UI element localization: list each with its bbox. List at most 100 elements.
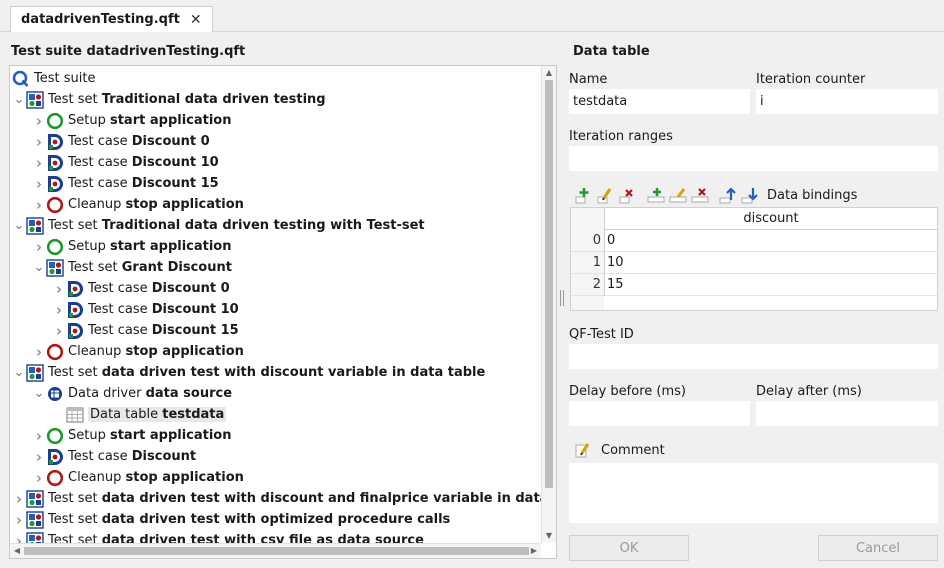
pane-splitter-handle[interactable] <box>560 290 564 306</box>
collapse-chevron-right-icon[interactable]: › <box>12 490 26 508</box>
collapse-chevron-right-icon[interactable]: › <box>52 301 66 319</box>
name-field[interactable] <box>569 89 750 114</box>
delay-after-field[interactable] <box>756 401 938 426</box>
iteration-ranges-field[interactable] <box>569 146 938 171</box>
tree-node[interactable]: › Test case Discount <box>10 446 541 467</box>
cancel-button[interactable]: Cancel <box>818 535 938 561</box>
scroll-down-icon[interactable]: ▼ <box>542 529 556 543</box>
expand-chevron-down-icon[interactable]: ⌄ <box>12 93 26 106</box>
tree-node[interactable]: ⌄ Test set Traditional data driven testin… <box>10 89 541 110</box>
tree-node-label: Test set data driven test with discount … <box>48 365 485 380</box>
comment-edit-icon[interactable] <box>575 441 593 459</box>
table-cell[interactable]: 10 <box>607 252 624 274</box>
add-column-icon[interactable] <box>647 186 665 204</box>
tree-node-label: Setup start application <box>68 428 232 443</box>
tree-node[interactable]: › Test case Discount 15 <box>10 320 541 341</box>
collapse-chevron-right-icon[interactable]: › <box>32 343 46 361</box>
expand-chevron-down-icon[interactable]: ⌄ <box>12 366 26 379</box>
table-row[interactable]: 2 15 <box>571 274 937 296</box>
vertical-scroll-thumb[interactable] <box>545 80 553 488</box>
tree-node[interactable]: ⌄ Test set data driven test with discount… <box>10 362 541 383</box>
collapse-chevron-right-icon[interactable]: › <box>32 469 46 487</box>
test-suite-tree[interactable]: Test suite ⌄ Test set Traditional data dri… <box>9 65 557 559</box>
collapse-chevron-right-icon[interactable]: › <box>52 280 66 298</box>
comment-textarea[interactable] <box>569 463 938 523</box>
file-tab-title: datadrivenTesting.qft <box>21 12 180 27</box>
node-name: Discount 15 <box>151 323 239 338</box>
collapse-chevron-right-icon[interactable]: › <box>32 196 46 214</box>
collapse-chevron-right-icon[interactable]: › <box>12 511 26 529</box>
node-name: data driven test with csv file as data s… <box>101 533 424 543</box>
tree-node[interactable]: Data table testdata <box>10 404 541 425</box>
row-index: 0 <box>592 233 601 248</box>
tree-node[interactable]: ⌄ Test set Grant Discount <box>10 257 541 278</box>
node-type: Test set <box>48 533 98 543</box>
edit-column-icon[interactable] <box>669 186 687 204</box>
delete-row-icon[interactable] <box>619 186 637 204</box>
collapse-chevron-right-icon[interactable]: › <box>32 448 46 466</box>
expand-chevron-down-icon[interactable]: ⌄ <box>32 387 46 400</box>
collapse-chevron-right-icon[interactable]: › <box>32 175 46 193</box>
horizontal-scroll-thumb[interactable] <box>24 547 529 555</box>
tree-node-label: Test set Traditional data driven testing… <box>48 218 425 233</box>
test-case-icon <box>46 175 64 193</box>
add-row-icon[interactable] <box>575 186 593 204</box>
tree-node[interactable]: › Cleanup stop application <box>10 194 541 215</box>
scroll-left-icon[interactable]: ◀ <box>10 544 24 558</box>
qftest-id-field[interactable] <box>569 344 938 369</box>
close-tab-icon[interactable]: ✕ <box>190 12 202 28</box>
delay-before-field[interactable] <box>569 401 750 426</box>
table-cell[interactable]: 0 <box>607 230 615 252</box>
collapse-chevron-right-icon[interactable]: › <box>32 427 46 445</box>
tree-horizontal-scrollbar[interactable]: ◀ ▶ <box>10 543 541 558</box>
scroll-right-icon[interactable]: ▶ <box>527 544 541 558</box>
tree-node-label: Setup start application <box>68 239 232 254</box>
move-up-icon[interactable] <box>719 186 737 204</box>
tree-node[interactable]: › Test case Discount 10 <box>10 299 541 320</box>
tree-node[interactable]: › Test set data driven test with csv file… <box>10 530 541 543</box>
expand-chevron-down-icon[interactable]: ⌄ <box>32 261 46 274</box>
tree-node[interactable]: › Test case Discount 0 <box>10 131 541 152</box>
collapse-chevron-right-icon[interactable]: › <box>52 322 66 340</box>
tree-node[interactable]: › Setup start application <box>10 425 541 446</box>
expand-chevron-down-icon[interactable]: ⌄ <box>12 219 26 232</box>
tree-node[interactable]: › Cleanup stop application <box>10 467 541 488</box>
node-type: Test case <box>68 176 128 191</box>
file-tab[interactable]: datadrivenTesting.qft ✕ <box>10 6 213 32</box>
edit-row-icon[interactable] <box>597 186 615 204</box>
table-row[interactable]: 0 0 <box>571 230 937 252</box>
tree-node[interactable]: › Test case Discount 15 <box>10 173 541 194</box>
tree-node[interactable]: › Test set data driven test with optimize… <box>10 509 541 530</box>
tree-node[interactable]: › Setup start application <box>10 236 541 257</box>
table-row[interactable]: 1 10 <box>571 252 937 274</box>
move-down-icon[interactable] <box>741 186 759 204</box>
delete-column-icon[interactable] <box>691 186 709 204</box>
node-name: data source <box>145 386 233 401</box>
tree-node[interactable]: › Cleanup stop application <box>10 341 541 362</box>
ok-button[interactable]: OK <box>569 535 689 561</box>
collapse-chevron-right-icon[interactable]: › <box>32 112 46 130</box>
tree-node[interactable]: Test suite <box>10 68 541 89</box>
table-cell[interactable]: 15 <box>607 274 624 296</box>
tree-node[interactable]: › Test case Discount 0 <box>10 278 541 299</box>
tree-vertical-scrollbar[interactable]: ▲ ▼ <box>541 66 556 543</box>
node-name: data driven test with discount and final… <box>101 491 541 506</box>
data-bindings-table[interactable]: discount 0 0 1 10 2 15 <box>570 207 938 311</box>
scroll-up-icon[interactable]: ▲ <box>542 66 556 80</box>
iteration-counter-field[interactable] <box>756 89 938 114</box>
column-header-discount[interactable]: discount <box>604 208 937 230</box>
collapse-chevron-right-icon[interactable]: › <box>32 154 46 172</box>
collapse-chevron-right-icon[interactable]: › <box>12 532 26 544</box>
tree-node-label: Setup start application <box>68 113 232 128</box>
tree-node[interactable]: ⌄ Data driver data source <box>10 383 541 404</box>
collapse-chevron-right-icon[interactable]: › <box>32 238 46 256</box>
tree-node-label: Test case Discount 15 <box>68 176 219 191</box>
tree-node[interactable]: ⌄ Test set Traditional data driven testin… <box>10 215 541 236</box>
tree-node[interactable]: › Test set data driven test with discount… <box>10 488 541 509</box>
test-case-icon <box>66 322 84 340</box>
collapse-chevron-right-icon[interactable]: › <box>32 133 46 151</box>
node-type: Test case <box>88 302 148 317</box>
tree-node[interactable]: › Test case Discount 10 <box>10 152 541 173</box>
test-set-icon <box>26 90 44 109</box>
tree-node[interactable]: › Setup start application <box>10 110 541 131</box>
